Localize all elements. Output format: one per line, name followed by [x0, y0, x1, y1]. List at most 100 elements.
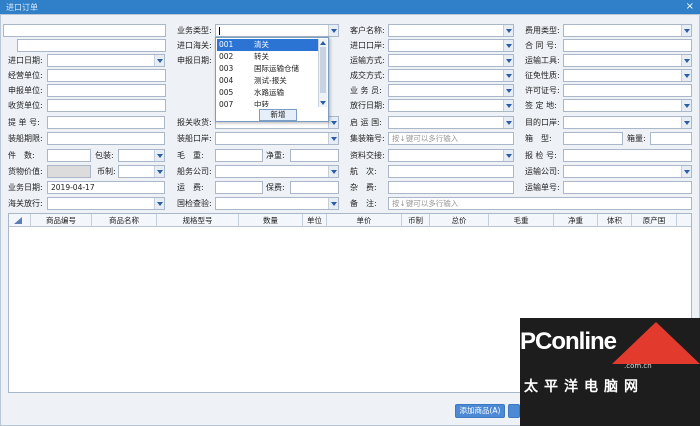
gross-weight-field[interactable] [215, 149, 263, 162]
chevron-down-icon[interactable] [681, 100, 691, 111]
tax-nature-select[interactable] [563, 69, 692, 82]
currency-select[interactable] [118, 165, 165, 178]
chevron-down-icon[interactable] [328, 25, 338, 36]
top-left-input[interactable] [3, 24, 166, 37]
select-all-corner-icon[interactable] [9, 214, 31, 227]
chevron-down-icon[interactable] [328, 198, 338, 209]
release-date-picker[interactable] [388, 99, 514, 112]
box-count-field[interactable] [650, 132, 692, 145]
column-header[interactable]: 数量 [239, 214, 303, 227]
pieces-field[interactable] [47, 149, 91, 162]
scroll-thumb[interactable] [320, 47, 326, 93]
column-header[interactable]: 币制 [402, 214, 430, 227]
dropdown-scrollbar[interactable] [318, 39, 327, 107]
insurance-field[interactable] [290, 181, 339, 194]
net-weight-field[interactable] [290, 149, 339, 162]
column-header[interactable]: 商品名称 [92, 214, 157, 227]
misc-fee-field[interactable] [388, 181, 514, 194]
chevron-down-icon[interactable] [681, 166, 691, 177]
new-option-button[interactable]: 新增 [259, 109, 297, 121]
chevron-down-icon[interactable] [328, 133, 338, 144]
chevron-down-icon[interactable] [503, 100, 513, 111]
partial-label [8, 39, 16, 52]
container-no-field[interactable]: 按↓键可以多行输入 [388, 132, 514, 145]
voyage-field[interactable] [388, 165, 514, 178]
chevron-down-icon[interactable] [154, 198, 164, 209]
ciq-inspection-select[interactable] [215, 197, 339, 210]
bill-no-field[interactable] [47, 116, 165, 129]
column-header[interactable]: 商品编号 [31, 214, 92, 227]
declare-unit-field[interactable] [47, 84, 166, 97]
column-header[interactable]: 单价 [327, 214, 402, 227]
chevron-down-icon[interactable] [154, 166, 164, 177]
chevron-down-icon[interactable] [503, 150, 513, 161]
scroll-down-icon[interactable] [320, 101, 326, 105]
chevron-down-icon[interactable] [503, 85, 513, 96]
inspection-no-field[interactable] [563, 149, 692, 162]
dropdown-option[interactable]: 007 中转 [217, 99, 318, 107]
dest-port-select[interactable] [563, 116, 692, 129]
chevron-down-icon[interactable] [681, 117, 691, 128]
fee-type-select[interactable] [563, 24, 692, 37]
column-header[interactable]: 规格型号 [157, 214, 239, 227]
operating-unit-field[interactable] [47, 69, 166, 82]
voyage-label: 航 次: [350, 167, 377, 176]
loading-port-select[interactable] [215, 132, 339, 145]
remarks-field[interactable]: 按↓键可以多行输入 [388, 197, 692, 210]
customs-release-select[interactable] [47, 197, 165, 210]
deal-mode-select[interactable] [388, 69, 514, 82]
chevron-down-icon[interactable] [681, 25, 691, 36]
business-type-select[interactable] [215, 24, 339, 37]
document-exchange-select[interactable] [388, 149, 514, 162]
dropdown-option[interactable]: 005 水路运输 [217, 87, 318, 99]
sign-place-select[interactable] [563, 99, 692, 112]
column-header[interactable]: 总价 [430, 214, 489, 227]
packing-select[interactable] [118, 149, 165, 162]
chevron-down-icon[interactable] [503, 117, 513, 128]
freight-field[interactable] [215, 181, 263, 194]
chevron-down-icon[interactable] [154, 55, 164, 66]
chevron-down-icon[interactable] [328, 166, 338, 177]
column-header[interactable]: 体积 [598, 214, 632, 227]
next-button[interactable] [508, 404, 520, 418]
transport-order-no-field[interactable] [563, 181, 692, 194]
import-date-picker[interactable] [47, 54, 165, 67]
transport-tool-select[interactable] [563, 54, 692, 67]
option-code: 005 [219, 88, 234, 97]
chevron-down-icon[interactable] [503, 25, 513, 36]
chevron-down-icon[interactable] [154, 150, 164, 161]
transport-mode-select[interactable] [388, 54, 514, 67]
dropdown-option[interactable]: 002 转关 [217, 51, 318, 63]
no-field[interactable] [17, 39, 166, 52]
dropdown-option[interactable]: 001 清关 [217, 39, 318, 51]
import-port-select[interactable] [388, 39, 514, 52]
sign-place-label: 签 定 地: [525, 101, 557, 110]
loading-deadline-field[interactable] [47, 132, 165, 145]
chevron-down-icon[interactable] [503, 40, 513, 51]
box-type-field[interactable] [563, 132, 623, 145]
departure-country-select[interactable] [388, 116, 514, 129]
chevron-down-icon[interactable] [503, 55, 513, 66]
chevron-down-icon[interactable] [681, 70, 691, 81]
scroll-up-icon[interactable] [320, 41, 326, 45]
column-header[interactable]: 原产国 [632, 214, 677, 227]
receiving-unit-field[interactable] [47, 99, 166, 112]
contract-no-field[interactable] [563, 39, 692, 52]
chevron-down-icon[interactable] [503, 70, 513, 81]
chevron-down-icon[interactable] [328, 117, 338, 128]
dropdown-option[interactable]: 004 测试-报关 [217, 75, 318, 87]
license-no-field[interactable] [563, 84, 692, 97]
customer-name-select[interactable] [388, 24, 514, 37]
dropdown-option[interactable]: 003 国际运输仓储 [217, 63, 318, 75]
column-header[interactable]: 毛重 [489, 214, 554, 227]
salesman-select[interactable] [388, 84, 514, 97]
close-icon[interactable]: × [686, 1, 694, 12]
column-header[interactable]: 单位 [303, 214, 327, 227]
goods-value-field[interactable] [47, 165, 91, 178]
business-date-field[interactable]: 2019-04-17 [47, 181, 165, 194]
add-goods-button[interactable]: 添加商品(A) [455, 404, 505, 418]
chevron-down-icon[interactable] [681, 55, 691, 66]
column-header[interactable]: 净重 [554, 214, 598, 227]
transport-company-select[interactable] [563, 165, 692, 178]
shipping-company-select[interactable] [215, 165, 339, 178]
